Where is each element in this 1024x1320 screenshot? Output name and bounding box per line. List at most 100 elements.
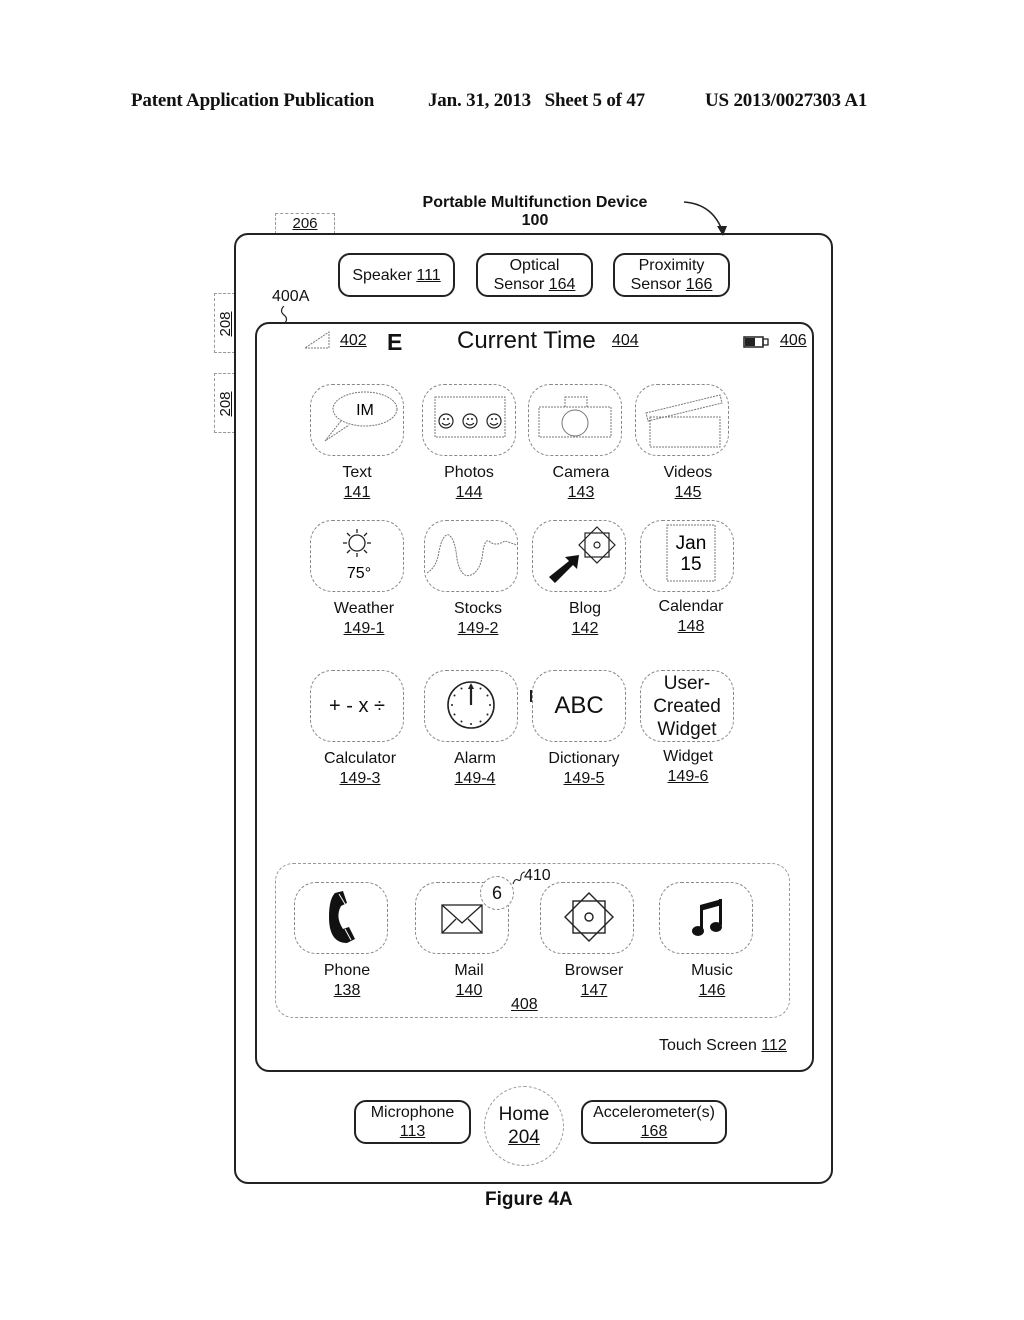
app-widget-label: Widget 149-6 — [628, 747, 748, 787]
blog-icon — [549, 526, 616, 583]
app-calculator-button[interactable]: + - x ÷ — [310, 670, 404, 742]
app-ref: 149-5 — [563, 770, 605, 787]
side-button-208-upper[interactable]: 208 — [214, 293, 235, 353]
phone-icon — [329, 891, 355, 943]
microphone-ref: 113 — [399, 1123, 426, 1140]
app-calendar-button[interactable]: Jan 15 — [640, 520, 734, 592]
app-widget-button[interactable]: User- Created Widget — [640, 670, 734, 742]
date-sheet: Jan. 31, 2013 Sheet 5 of 47 — [428, 90, 645, 111]
figure-caption: Figure 4A — [485, 1189, 573, 1210]
app-name: Mail — [454, 962, 484, 979]
calculator-icon: + - x ÷ — [329, 694, 385, 717]
app-ref: 138 — [333, 982, 361, 999]
optical-ref: 164 — [548, 276, 576, 293]
time-ref: 404 — [612, 332, 639, 349]
app-stocks-button[interactable] — [424, 520, 518, 592]
calendar-icon: Jan 15 — [666, 524, 716, 582]
tab-206-ref: 206 — [292, 215, 318, 232]
tab-206: 206 — [275, 213, 335, 234]
device-ref: 100 — [521, 212, 549, 229]
app-ref: 141 — [343, 484, 371, 501]
home-button[interactable]: Home 204 — [484, 1086, 564, 1166]
app-name: Browser — [564, 962, 624, 979]
publication-label: Patent Application Publication — [131, 90, 375, 111]
screen-ref-label: 400A — [272, 288, 310, 305]
optical-sensor: Optical Sensor 164 — [476, 253, 593, 297]
dock-phone-button[interactable] — [294, 882, 388, 954]
app-videos-button[interactable] — [635, 384, 729, 456]
accelerometer-ref: 168 — [640, 1123, 668, 1140]
app-name: Calculator — [323, 750, 397, 767]
app-dictionary-button[interactable]: ABC — [532, 670, 626, 742]
microphone-label: Microphone — [370, 1104, 455, 1121]
dock-music-button[interactable] — [659, 882, 753, 954]
music-note-icon — [692, 899, 722, 936]
app-name: Alarm — [454, 750, 496, 767]
app-ref: 145 — [674, 484, 702, 501]
dock-mail-label: Mail 140 — [409, 961, 529, 1001]
app-name: Weather — [333, 600, 395, 617]
app-stocks-label: Stocks 149-2 — [418, 599, 538, 639]
device-pointer-arrow — [683, 201, 727, 236]
app-weather-button[interactable]: 75° — [310, 520, 404, 592]
touch-screen-ref: 112 — [761, 1037, 787, 1054]
home-label: Home — [498, 1104, 550, 1125]
calendar-month: Jan — [676, 533, 707, 554]
app-videos-label: Videos 145 — [628, 463, 748, 503]
app-name: Videos — [663, 464, 713, 481]
current-time: Current Time — [457, 327, 596, 354]
publication-number: US 2013/0027303 A1 — [705, 90, 868, 111]
app-photos-button[interactable] — [422, 384, 516, 456]
app-ref: 149-2 — [457, 620, 499, 637]
battery-ref: 406 — [780, 332, 807, 349]
app-ref: 149-4 — [454, 770, 496, 787]
videos-icon — [645, 394, 723, 448]
side-button-208-lower[interactable]: 208 — [214, 373, 235, 433]
temperature-glyph: 75° — [347, 565, 371, 582]
app-camera-button[interactable] — [528, 384, 622, 456]
stocks-chart-icon — [426, 534, 517, 577]
app-dictionary-label: Dictionary 149-5 — [524, 749, 644, 789]
app-ref: 147 — [580, 982, 608, 999]
app-calendar-label: Calendar 148 — [631, 597, 751, 637]
app-name: Photos — [444, 464, 494, 481]
microphone: Microphone 113 — [354, 1100, 471, 1144]
app-weather-label: Weather 149-1 — [304, 599, 424, 639]
signal-ref: 402 — [340, 332, 367, 349]
accelerometer: Accelerometer(s) 168 — [581, 1100, 727, 1144]
app-name: Music — [691, 962, 733, 979]
app-ref: 143 — [567, 484, 595, 501]
app-name: Camera — [552, 464, 610, 481]
badge-count: 6 — [491, 882, 502, 903]
calendar-day: 15 — [680, 554, 701, 575]
app-text-button[interactable]: IM — [310, 384, 404, 456]
touch-screen-text: Touch Screen — [659, 1037, 757, 1054]
app-name: Widget — [663, 748, 713, 765]
proximity-ref: 166 — [685, 276, 713, 293]
device-title-text: Portable Multifunction Device — [422, 194, 648, 211]
text-im-icon: IM — [324, 391, 398, 442]
app-name: Dictionary — [548, 750, 620, 767]
dock-browser-label: Browser 147 — [534, 961, 654, 1001]
app-camera-label: Camera 143 — [521, 463, 641, 503]
battery-icon — [743, 336, 769, 348]
touch-screen-label: Touch Screen 112 — [659, 1037, 787, 1055]
app-blog-label: Blog 142 — [525, 599, 645, 639]
camera-icon — [538, 396, 612, 438]
app-ref: 149-6 — [667, 768, 709, 785]
dock-ref: 408 — [511, 996, 538, 1013]
app-photos-label: Photos 144 — [409, 463, 529, 503]
optical-sensor-label: Sensor — [493, 276, 545, 293]
optical-label: Optical — [509, 257, 560, 274]
app-blog-button[interactable] — [532, 520, 626, 592]
dock-browser-button[interactable] — [540, 882, 634, 954]
weather-sun-icon: 75° — [343, 529, 371, 582]
app-ref: 148 — [677, 618, 705, 635]
mail-unread-badge: 6 — [480, 876, 514, 910]
app-alarm-label: Alarm 149-4 — [415, 749, 535, 789]
app-name: Calendar — [658, 598, 724, 615]
proximity-sensor: Proximity Sensor 166 — [613, 253, 730, 297]
speaker-label: Speaker — [352, 266, 412, 284]
proximity-sensor-label: Sensor — [630, 276, 682, 293]
app-alarm-button[interactable] — [424, 670, 518, 742]
